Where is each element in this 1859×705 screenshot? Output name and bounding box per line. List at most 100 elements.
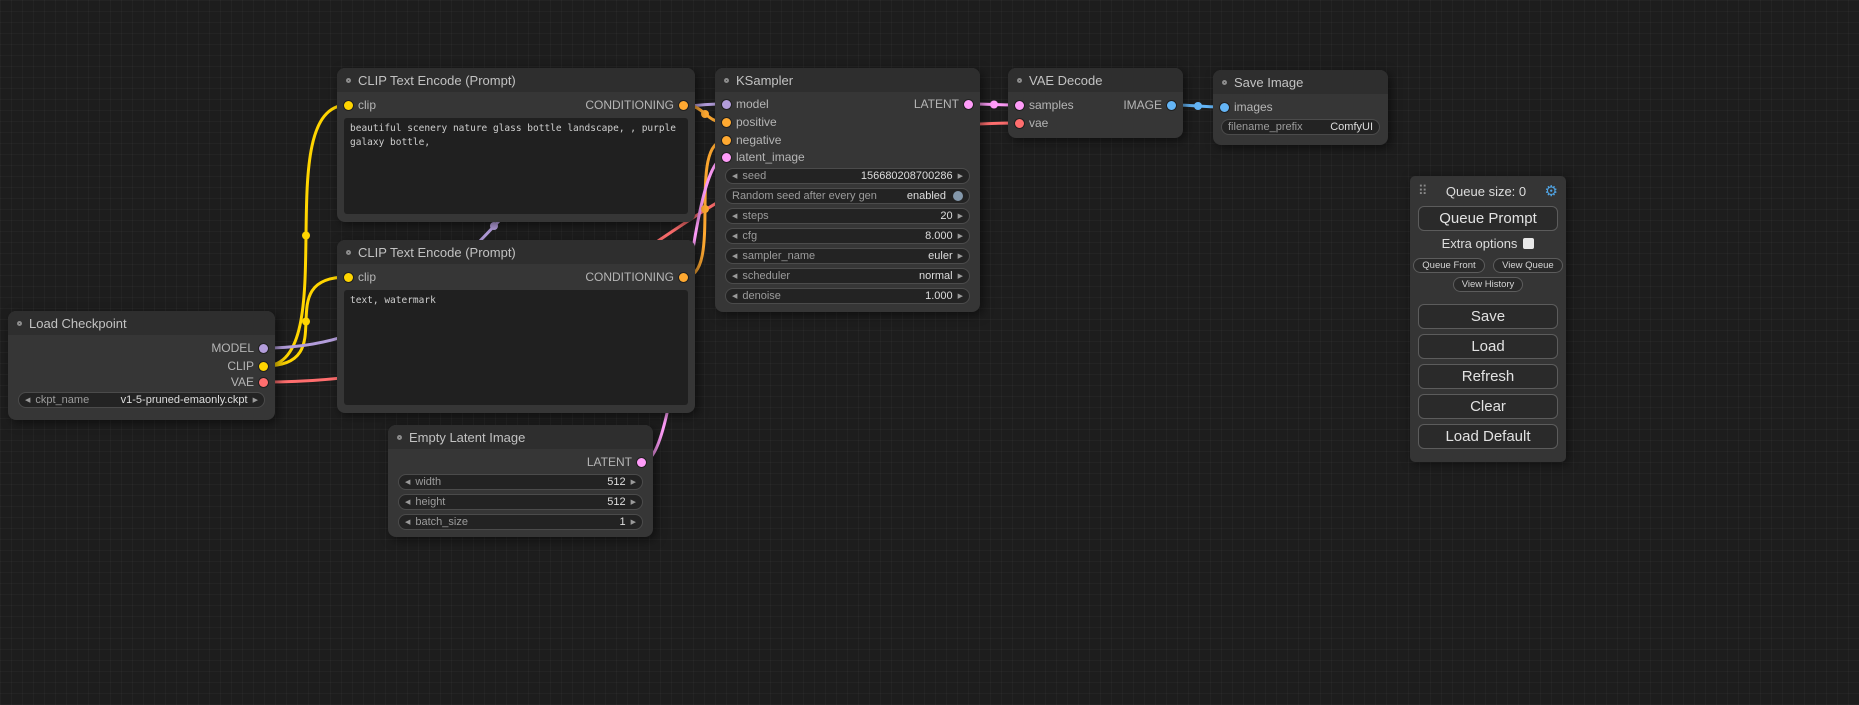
queue-front-button[interactable]: Queue Front xyxy=(1413,258,1484,273)
collapse-dot-icon[interactable] xyxy=(346,250,351,255)
output-slot-conditioning[interactable]: CONDITIONING xyxy=(585,97,688,113)
random-seed-toggle-widget[interactable]: Random seed after every gen enabled xyxy=(725,188,970,204)
image-port-icon[interactable] xyxy=(1220,103,1229,112)
decrement-arrow-icon[interactable]: ◀ xyxy=(405,499,410,506)
increment-arrow-icon[interactable]: ▶ xyxy=(253,397,258,404)
collapse-dot-icon[interactable] xyxy=(17,321,22,326)
increment-arrow-icon[interactable]: ▶ xyxy=(631,519,636,526)
model-port-icon[interactable] xyxy=(722,100,731,109)
toggle-knob-icon[interactable] xyxy=(953,191,963,201)
decrement-arrow-icon[interactable]: ◀ xyxy=(25,397,30,404)
decrement-arrow-icon[interactable]: ◀ xyxy=(732,233,737,240)
input-slot-clip[interactable]: clip xyxy=(344,269,376,285)
filename-prefix-widget[interactable]: filename_prefix ComfyUI xyxy=(1221,119,1380,135)
cfg-widget[interactable]: ◀ cfg 8.000 ▶ xyxy=(725,228,970,244)
node-titlebar[interactable]: Load Checkpoint xyxy=(8,311,275,335)
output-slot-latent[interactable]: LATENT xyxy=(587,454,646,470)
image-port-icon[interactable] xyxy=(1167,101,1176,110)
collapse-dot-icon[interactable] xyxy=(724,78,729,83)
queue-prompt-button[interactable]: Queue Prompt xyxy=(1418,206,1558,231)
input-slot-vae[interactable]: vae xyxy=(1015,115,1048,131)
conditioning-port-icon[interactable] xyxy=(679,273,688,282)
decrement-arrow-icon[interactable]: ◀ xyxy=(732,173,737,180)
output-slot-vae[interactable]: VAE xyxy=(231,374,268,390)
clip-port-icon[interactable] xyxy=(259,362,268,371)
increment-arrow-icon[interactable]: ▶ xyxy=(958,293,963,300)
vae-port-icon[interactable] xyxy=(259,378,268,387)
decrement-arrow-icon[interactable]: ◀ xyxy=(732,273,737,280)
queue-panel[interactable]: ⠿ Queue size: 0 ⚙ Queue Prompt Extra opt… xyxy=(1410,176,1566,462)
decrement-arrow-icon[interactable]: ◀ xyxy=(732,253,737,260)
node-empty-latent-image[interactable]: Empty Latent Image LATENT ◀ width 512 ▶ … xyxy=(388,425,653,537)
increment-arrow-icon[interactable]: ▶ xyxy=(958,233,963,240)
output-slot-latent[interactable]: LATENT xyxy=(914,96,973,112)
positive-prompt-textarea[interactable]: beautiful scenery nature glass bottle la… xyxy=(344,118,688,214)
conditioning-port-icon[interactable] xyxy=(722,136,731,145)
output-slot-model[interactable]: MODEL xyxy=(211,340,268,356)
conditioning-port-icon[interactable] xyxy=(679,101,688,110)
input-slot-samples[interactable]: samples xyxy=(1015,97,1074,113)
increment-arrow-icon[interactable]: ▶ xyxy=(958,273,963,280)
latent-port-icon[interactable] xyxy=(964,100,973,109)
decrement-arrow-icon[interactable]: ◀ xyxy=(732,293,737,300)
clear-button[interactable]: Clear xyxy=(1418,394,1558,419)
save-button[interactable]: Save xyxy=(1418,304,1558,329)
node-vae-decode[interactable]: VAE Decode samples IMAGE vae xyxy=(1008,68,1183,138)
clip-port-icon[interactable] xyxy=(344,273,353,282)
collapse-dot-icon[interactable] xyxy=(1017,78,1022,83)
decrement-arrow-icon[interactable]: ◀ xyxy=(405,479,410,486)
latent-port-icon[interactable] xyxy=(722,153,731,162)
increment-arrow-icon[interactable]: ▶ xyxy=(631,479,636,486)
node-titlebar[interactable]: KSampler xyxy=(715,68,980,92)
model-port-icon[interactable] xyxy=(259,344,268,353)
input-slot-latent-image[interactable]: latent_image xyxy=(722,149,805,165)
seed-widget[interactable]: ◀ seed 156680208700286 ▶ xyxy=(725,168,970,184)
node-titlebar[interactable]: VAE Decode xyxy=(1008,68,1183,92)
node-clip-text-encode-negative[interactable]: CLIP Text Encode (Prompt) clip CONDITION… xyxy=(337,240,695,413)
node-ksampler[interactable]: KSampler model positive negative latent_… xyxy=(715,68,980,312)
load-default-button[interactable]: Load Default xyxy=(1418,424,1558,449)
clip-port-icon[interactable] xyxy=(344,101,353,110)
scheduler-widget[interactable]: ◀ scheduler normal ▶ xyxy=(725,268,970,284)
output-slot-conditioning[interactable]: CONDITIONING xyxy=(585,269,688,285)
vae-port-icon[interactable] xyxy=(1015,119,1024,128)
input-slot-positive[interactable]: positive xyxy=(722,114,777,130)
decrement-arrow-icon[interactable]: ◀ xyxy=(405,519,410,526)
node-titlebar[interactable]: CLIP Text Encode (Prompt) xyxy=(337,240,695,264)
output-slot-clip[interactable]: CLIP xyxy=(227,358,268,374)
node-titlebar[interactable]: Empty Latent Image xyxy=(388,425,653,449)
increment-arrow-icon[interactable]: ▶ xyxy=(631,499,636,506)
comfyui-canvas[interactable]: { "icons": { "left_arrow": "◀", "right_a… xyxy=(0,0,1859,705)
batch-size-widget[interactable]: ◀ batch_size 1 ▶ xyxy=(398,514,643,530)
drag-handle-icon[interactable]: ⠿ xyxy=(1418,183,1428,199)
input-slot-images[interactable]: images xyxy=(1220,99,1273,115)
input-slot-negative[interactable]: negative xyxy=(722,132,781,148)
node-titlebar[interactable]: CLIP Text Encode (Prompt) xyxy=(337,68,695,92)
collapse-dot-icon[interactable] xyxy=(346,78,351,83)
load-button[interactable]: Load xyxy=(1418,334,1558,359)
output-slot-image[interactable]: IMAGE xyxy=(1123,97,1176,113)
input-slot-clip[interactable]: clip xyxy=(344,97,376,113)
settings-gear-icon[interactable]: ⚙ xyxy=(1545,182,1558,200)
extra-options-checkbox[interactable] xyxy=(1523,238,1534,249)
collapse-dot-icon[interactable] xyxy=(1222,80,1227,85)
conditioning-port-icon[interactable] xyxy=(722,118,731,127)
refresh-button[interactable]: Refresh xyxy=(1418,364,1558,389)
node-load-checkpoint[interactable]: Load Checkpoint MODEL CLIP VAE ◀ ckpt_na… xyxy=(8,311,275,420)
view-history-button[interactable]: View History xyxy=(1453,277,1524,292)
increment-arrow-icon[interactable]: ▶ xyxy=(958,253,963,260)
width-widget[interactable]: ◀ width 512 ▶ xyxy=(398,474,643,490)
latent-port-icon[interactable] xyxy=(1015,101,1024,110)
view-queue-button[interactable]: View Queue xyxy=(1493,258,1563,273)
node-clip-text-encode-positive[interactable]: CLIP Text Encode (Prompt) clip CONDITION… xyxy=(337,68,695,222)
increment-arrow-icon[interactable]: ▶ xyxy=(958,213,963,220)
latent-port-icon[interactable] xyxy=(637,458,646,467)
node-titlebar[interactable]: Save Image xyxy=(1213,70,1388,94)
node-save-image[interactable]: Save Image images filename_prefix ComfyU… xyxy=(1213,70,1388,145)
collapse-dot-icon[interactable] xyxy=(397,435,402,440)
increment-arrow-icon[interactable]: ▶ xyxy=(958,173,963,180)
negative-prompt-textarea[interactable]: text, watermark xyxy=(344,290,688,405)
height-widget[interactable]: ◀ height 512 ▶ xyxy=(398,494,643,510)
decrement-arrow-icon[interactable]: ◀ xyxy=(732,213,737,220)
ckpt-name-widget[interactable]: ◀ ckpt_name v1-5-pruned-emaonly.ckpt ▶ xyxy=(18,392,265,408)
